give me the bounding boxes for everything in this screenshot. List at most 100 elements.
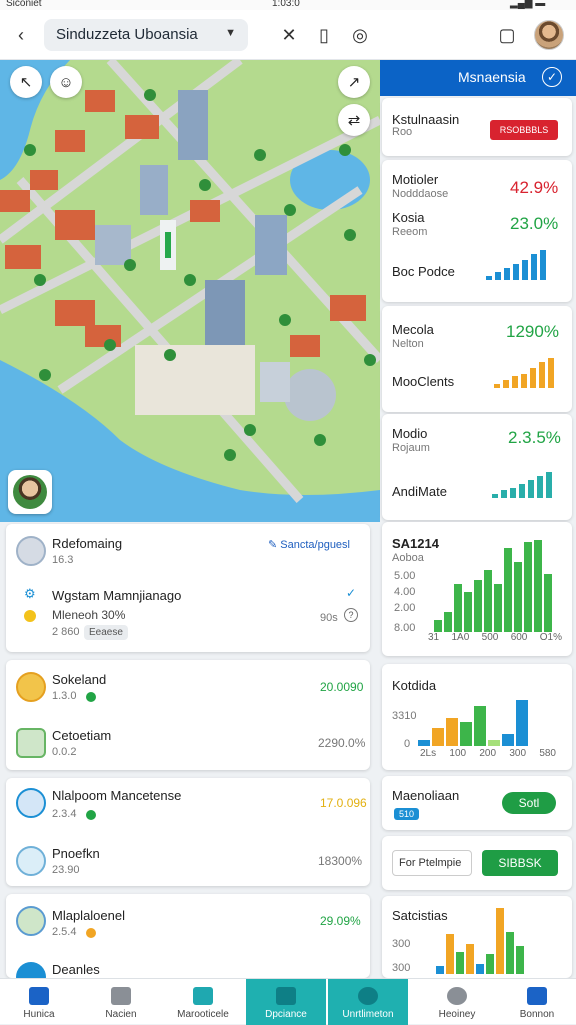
status-dot [24,610,36,622]
project7-title: Deanles [52,962,100,977]
metric-pct-1: 42.9% [510,178,559,197]
avatar[interactable] [534,20,564,50]
clock-icon[interactable]: ✓ [542,67,562,87]
chart1-xtick: 600 [510,632,528,643]
project-card-2[interactable]: Sokeland 1.3.0 20.0090 Cetoetiam 0.0.2 2… [6,660,370,770]
nav-management[interactable]: Unrtlimeton [328,979,408,1025]
map-directions-icon[interactable]: ↖ [10,66,42,98]
metric-sub-6: Rojaum [392,442,430,454]
task-title: Wgstam Mamnjianago [52,588,182,603]
map-profile-icon[interactable]: ☺ [50,66,82,98]
chart2-title: Kotdida [392,678,437,693]
info-icon[interactable]: ? [344,608,358,622]
status-dot-green [86,692,96,702]
project-card-3[interactable]: Nlalpoom Mancetense 2.3.4 17.0.096 Pnoef… [6,778,370,886]
kpi-card-1: Kstulnaasin Roo RSOBBBLS [382,98,572,156]
project-card-4[interactable]: Mlaplaloenel 2.5.4 29.09% Deanles [6,894,370,992]
project5-value: 18300% [318,854,363,868]
project2-value: 20.0090 [320,680,364,694]
building-icon [16,536,46,566]
chart1-xaxis: 31 1A0 500 600 O1% [428,632,562,643]
project4-sub: 2.3.4 [52,808,77,820]
nav-history[interactable]: Heoiney [418,979,496,1025]
nav-label: Heoiney [438,1009,476,1020]
chart1-ytick-3: 2.00 [394,602,416,614]
task-meta: 2 860 [52,626,80,638]
check-icon[interactable]: ✓ [346,586,356,600]
chevron-down-icon: ▼ [225,27,236,39]
project4-title: Nlalpoom Mancetense [52,788,182,803]
chart1-sub: Aoboa [392,552,424,564]
search-dropdown[interactable]: Sinduzzeta Uboansia ▼ [44,19,248,51]
map-icon [111,987,131,1005]
sparkline-orange [494,356,554,388]
chart2-xtick: 200 [479,748,497,759]
metric-label-6: Modio [392,426,428,441]
panel-title: Msnaensia [458,69,526,85]
chart2-bars [418,700,528,746]
chart3-ytick-2: 300 [392,962,411,974]
chart3-ytick-1: 300 [392,938,411,950]
action-button[interactable]: Sotl [502,792,556,814]
kpi-sub: Roo [392,126,413,138]
metric-sub-2: Reeom [392,226,428,238]
home-icon [29,987,49,1005]
nav-label: Dpciance [265,1009,307,1020]
kpi-badge[interactable]: RSOBBBLS [490,120,558,140]
chart2-xtick: 300 [509,748,527,759]
status-dot-green [86,810,96,820]
form-input[interactable]: For Ptelmpie [392,850,472,876]
project-card-1[interactable]: Rdefomaing 16.3 ✎ Sancta/pguesl ⚙ Wgstam… [6,524,370,652]
map-user-avatar[interactable] [8,470,52,514]
nav-label: Hunica [23,1009,55,1020]
submit-button[interactable]: SIBBSK [482,850,558,876]
project6-title: Mlaplaloenel [52,908,125,923]
task-pill: Eeaese [84,625,128,640]
report-icon [527,987,547,1005]
back-icon[interactable]: ‹ [8,22,34,48]
form-card: For Ptelmpie SIBBSK [382,836,572,890]
edit-link[interactable]: ✎ Sancta/pguesl [268,538,350,551]
warehouse-icon [16,672,46,702]
chart1-ytick-4: 8.00 [394,622,416,634]
status-bar: Siconiet 1:03:0 ▂▄▆ ▬ [0,0,576,10]
project6-sub: 2.5.4 [52,926,77,938]
monitor-icon [193,987,213,1005]
metric-pct-6: 2.3.5% [508,428,561,447]
edit-link-label: Sancta/pguesl [280,539,350,551]
task-value: 90s [320,612,338,624]
chart1-bars [434,540,552,632]
chart1-ytick-2: 4.00 [394,586,416,598]
nav-map[interactable]: Nacien [82,979,160,1025]
status-icons: ▂▄▆ ▬ [510,0,546,9]
nav-dispatch[interactable]: Dpciance [246,979,326,1025]
nav-home[interactable]: Hunica [0,979,78,1025]
bar-chart-card-2: Kotdida 3310 0 2Ls 100 200 300 580 [382,664,572,770]
lock-icon[interactable]: ▢ [494,22,520,48]
chart2-xtick: 580 [539,748,556,759]
chart2-ytick-2: 0 [404,738,411,750]
sparkline-teal [492,466,552,498]
house-icon [16,846,46,876]
user-icon [358,987,378,1005]
task-sub: Mleneoh 30% [52,608,126,622]
kpi-card-3: Mecola Nelton 1290% MooClents [382,306,572,412]
map-expand-icon[interactable]: ↗ [338,66,370,98]
project2-sub: 1.3.0 [52,690,77,702]
kpi-card-2: Motioler Nodddaose 42.9% Kosia Reeom 23.… [382,160,572,302]
map-layers-icon[interactable]: ⇄ [338,104,370,136]
tools-icon[interactable]: ✕ [276,22,302,48]
target-icon[interactable]: ◎ [347,22,373,48]
panel-header: Msnaensia ✓ [380,60,576,96]
project4-value: 17.0.096 [320,796,367,810]
city-map[interactable]: ↖ ☺ ↗ ⇄ [0,60,380,522]
share-icon[interactable]: ▯ [311,22,337,48]
project3-sub: 0.0.2 [52,746,77,758]
metric-label-4: Mecola [392,322,434,337]
status-time: 1:03:0 [272,0,300,9]
nav-reports[interactable]: Bonnon [498,979,576,1025]
nav-monitor[interactable]: Marooticele [164,979,242,1025]
chart1-xtick: 500 [481,632,499,643]
project5-sub: 23.90 [52,864,80,876]
status-carrier: Siconiet [6,0,42,9]
